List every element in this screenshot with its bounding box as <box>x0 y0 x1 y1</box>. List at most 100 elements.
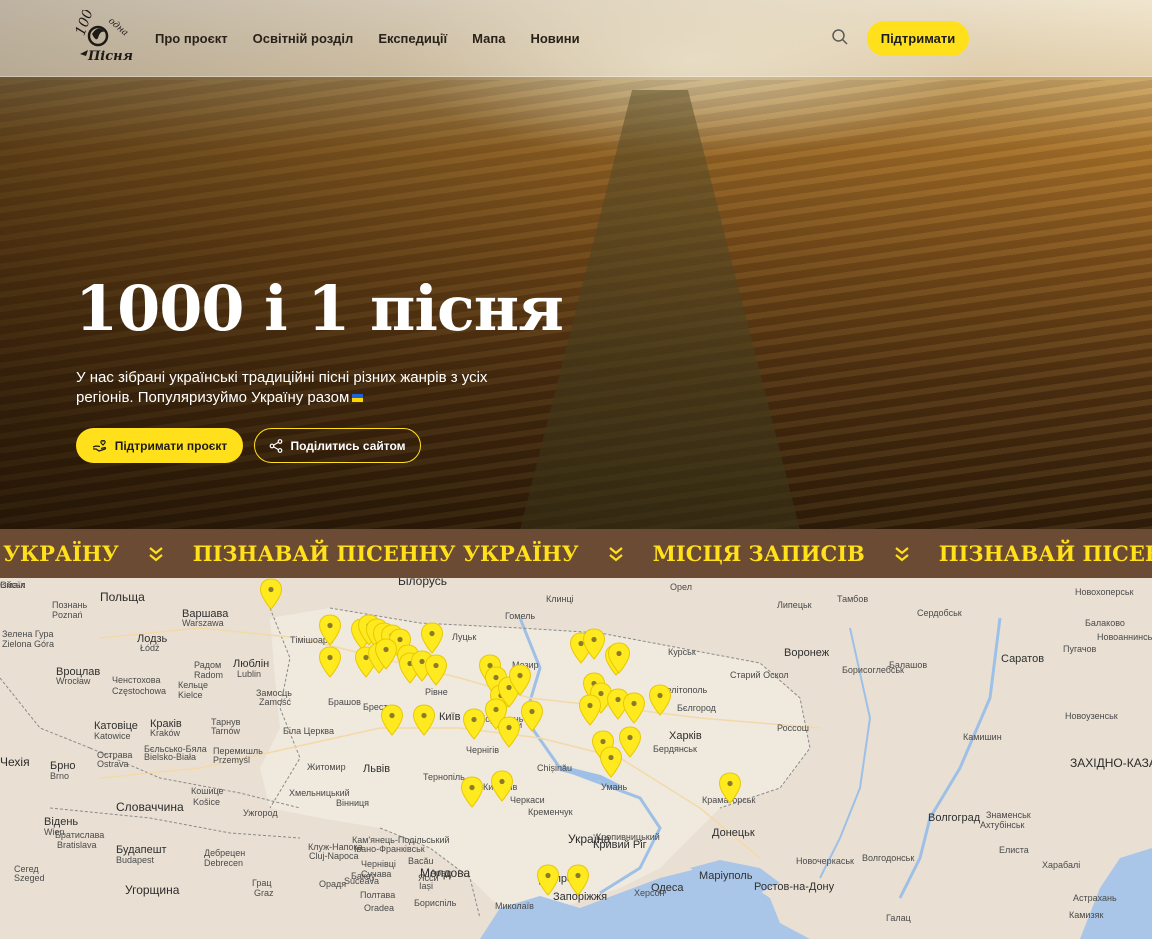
nav-about[interactable]: Про проєкт <box>155 31 228 46</box>
support-project-button[interactable]: Підтримати проєкт <box>76 428 243 463</box>
map-label: Познань <box>52 600 88 610</box>
map-label: Кривий Ріг <box>593 839 647 851</box>
map-label: Дебрецен <box>204 848 246 858</box>
map-label: Рівне <box>425 687 448 697</box>
share-icon <box>270 438 283 453</box>
map-label: Budapest <box>116 855 155 865</box>
map-label: Біла Церква <box>283 726 334 736</box>
site-header: 1000 одна Пісня Про проєкт Освітній розд… <box>0 0 1152 77</box>
map-pin-icon[interactable] <box>424 654 448 686</box>
map-label: Ченстохова <box>112 675 161 685</box>
nav-expeditions[interactable]: Експедиції <box>378 31 447 46</box>
header-support-label: Підтримати <box>880 31 956 46</box>
map-label: Камишин <box>963 732 1002 742</box>
map-label: Камизяк <box>1069 910 1104 920</box>
map-pin-icon[interactable] <box>318 614 342 646</box>
map-label: Волгодонськ <box>862 853 915 863</box>
map-label: Bacău <box>408 856 434 866</box>
map-label: Częstochowa <box>112 686 167 696</box>
map-pin-icon[interactable] <box>420 622 444 654</box>
map-label: Білорусь <box>398 578 448 588</box>
map-label: Chișinău <box>537 763 573 773</box>
map-label: Brno <box>50 771 70 781</box>
nav-map[interactable]: Мапа <box>472 31 505 46</box>
map-label: Новоузенськ <box>1065 711 1118 721</box>
map-label: Пугачов <box>1063 644 1097 654</box>
map-label: Словаччина <box>116 800 184 814</box>
map-pin-icon[interactable] <box>578 694 602 726</box>
share-site-label: Поділитись сайтом <box>290 438 406 453</box>
map-pin-icon[interactable] <box>520 700 544 732</box>
map-pin-icon[interactable] <box>259 578 283 610</box>
map-label: Астрахань <box>1073 893 1117 903</box>
map-label: Брашов <box>328 697 361 707</box>
map-label: Кошице <box>191 786 224 796</box>
site-logo-icon[interactable]: 1000 одна Пісня <box>74 10 136 66</box>
map-label: Graz <box>254 888 274 898</box>
ticker-item: ПІЗНАВАЙ ПІСЕННУ УКРАЇНУ <box>192 541 579 566</box>
map-label: Łódź <box>140 643 160 653</box>
map-pin-icon[interactable] <box>536 864 560 896</box>
chevrons-down-icon <box>149 546 163 561</box>
share-site-button[interactable]: Поділитись сайтом <box>254 428 421 463</box>
map-label: Київ <box>439 711 461 723</box>
map-pin-icon[interactable] <box>508 664 532 696</box>
map-label: Бакеу <box>351 871 376 881</box>
map-label: Черкаси <box>510 795 545 805</box>
hero-description-text: У нас зібрані українські традиційні пісн… <box>76 369 488 406</box>
search-icon[interactable] <box>831 28 849 46</box>
map-label: Гомель <box>505 611 536 621</box>
map-label: Польща <box>100 590 145 604</box>
map-label: Єйськ <box>0 580 25 590</box>
header-support-button[interactable]: Підтримати <box>867 21 969 56</box>
map-pin-icon[interactable] <box>718 772 742 804</box>
nav-news[interactable]: Новини <box>530 31 579 46</box>
ticker-item: УКРАЇНУ <box>3 541 119 566</box>
map-label: Oradea <box>364 903 395 913</box>
map-label: Орадя <box>319 879 347 889</box>
map-pin-icon[interactable] <box>380 704 404 736</box>
map-label: Тамбов <box>837 594 869 604</box>
map-label: Клинці <box>546 594 574 604</box>
map-label: Балаково <box>1085 618 1125 628</box>
map-label: Кам'янець-Подільський <box>352 835 450 845</box>
ticker-track: УКРАЇНУ ПІЗНАВАЙ ПІСЕННУ УКРАЇНУ МІСЦЯ ЗАП… <box>3 529 1152 578</box>
map-pin-icon[interactable] <box>490 770 514 802</box>
map-pin-icon[interactable] <box>412 704 436 736</box>
map-label: Бердянськ <box>653 744 697 754</box>
map-label: Курськ <box>668 647 696 657</box>
recordings-map[interactable]: Польща Познань Poznań Варшава Warszawa Білору… <box>0 578 1152 939</box>
map-pin-icon[interactable] <box>462 708 486 740</box>
map-label: Bielsko-Biała <box>144 752 197 762</box>
map-label: Iași <box>419 881 434 891</box>
nav-education[interactable]: Освітній розділ <box>253 31 354 46</box>
map-pin-icon[interactable] <box>566 864 590 896</box>
map-pin-icon[interactable] <box>460 776 484 808</box>
map-pin-icon[interactable] <box>497 716 521 748</box>
map-label: Борисоглебськ <box>842 665 904 675</box>
map-label: Ахтубінськ <box>980 820 1025 830</box>
map-label: Bratislava <box>57 840 97 850</box>
map-label: Debrecen <box>204 858 244 868</box>
map-label: Кременчук <box>528 807 573 817</box>
map-pin-icon[interactable] <box>582 628 606 660</box>
map-pin-icon[interactable] <box>318 646 342 678</box>
map-label: Чернігів <box>466 745 500 755</box>
map-pin-icon[interactable] <box>607 642 631 674</box>
map-label: Волгоград <box>928 812 981 824</box>
map-label: Poznań <box>52 610 83 620</box>
map-label: Košice <box>193 797 221 807</box>
map-label: Вінниця <box>336 798 369 808</box>
map-label: Zielona Góra <box>2 639 55 649</box>
map-pin-icon[interactable] <box>618 726 642 758</box>
map-label: Przemyśl <box>213 755 251 765</box>
map-pin-icon[interactable] <box>648 684 672 716</box>
map-label: Радом <box>194 660 222 670</box>
map-label: Новохоперськ <box>1075 587 1134 597</box>
map-pin-icon[interactable] <box>622 692 646 724</box>
map-pin-icon[interactable] <box>374 638 398 670</box>
map-label: Миколаїв <box>495 901 534 911</box>
ticker-item: ПІЗНАВАЙ ПІСЕННУ УКРАЇНУ <box>938 541 1152 566</box>
map-label: Грац <box>252 878 272 888</box>
map-label: Угорщина <box>125 883 180 897</box>
